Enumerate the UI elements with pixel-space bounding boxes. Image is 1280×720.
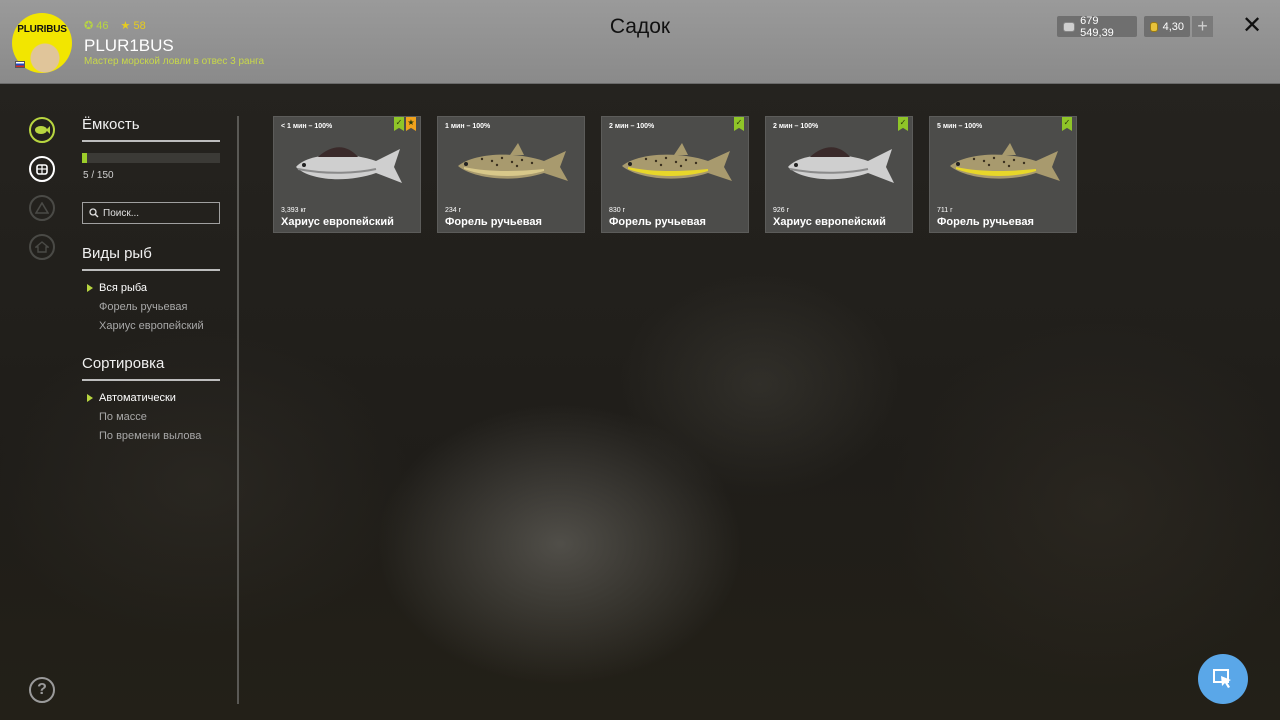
capacity-bar — [82, 153, 220, 163]
check-badge-icon: ✓ — [898, 117, 908, 131]
fish-weight: 3,393 кг — [281, 207, 307, 214]
search-icon — [89, 208, 99, 218]
fish-icon[interactable] — [29, 117, 55, 143]
catch-time: 1 мин – 100% — [445, 123, 491, 130]
sort-item-time[interactable]: По времени вылова — [99, 430, 201, 442]
capacity-title: Ёмкость — [82, 116, 140, 133]
gold-coin-icon — [1150, 21, 1158, 32]
catch-time: 5 мин – 100% — [937, 123, 983, 130]
gold-balance: 4,30 — [1144, 16, 1190, 37]
home-icon[interactable] — [29, 234, 55, 260]
rating-value: 58 — [133, 20, 146, 32]
fish-weight: 711 г — [937, 207, 953, 214]
fish-weight: 926 г — [773, 207, 790, 214]
fish-card[interactable]: 5 мин – 100% ✓ 711 г Форель ручьевая — [929, 116, 1077, 233]
fish-image — [788, 147, 894, 183]
keepnet-icon[interactable] — [29, 156, 55, 182]
star-icon: ★ — [120, 20, 131, 32]
cursor-icon — [1213, 669, 1231, 688]
check-badge-icon: ✓ — [734, 117, 744, 131]
fish-name: Форель ручьевая — [937, 216, 1034, 228]
sorting-title: Сортировка — [82, 355, 165, 372]
fish-name: Хариус европейский — [281, 216, 394, 228]
help-icon[interactable]: ? — [29, 677, 55, 703]
username[interactable]: PLUR1BUS — [84, 36, 174, 56]
search-placeholder: Поиск... — [103, 207, 140, 219]
sort-item-weight[interactable]: По массе — [99, 411, 147, 423]
species-item-grayling[interactable]: Хариус европейский — [99, 320, 204, 332]
capacity-bar-fill — [82, 153, 87, 163]
fish-image — [622, 143, 732, 181]
russia-flag-icon — [15, 61, 25, 68]
trophy-badge-icon: ★ — [406, 117, 416, 131]
species-item-all[interactable]: Вся рыба — [87, 282, 147, 294]
catch-time: < 1 мин – 100% — [281, 123, 333, 130]
silver-value: 679 549,39 — [1080, 14, 1114, 39]
rating-stat: ★ 58 — [121, 19, 146, 32]
level-stat: ✪ 46 — [84, 19, 109, 32]
check-badge-icon: ✓ — [1062, 117, 1072, 131]
fish-weight: 830 г — [609, 207, 626, 214]
section-divider — [82, 269, 220, 271]
add-gold-button[interactable]: + — [1192, 16, 1213, 37]
species-item-brown-trout[interactable]: Форель ручьевая — [99, 301, 187, 313]
panel-divider — [237, 116, 239, 704]
fish-image — [950, 143, 1060, 181]
fish-name: Хариус европейский — [773, 216, 886, 228]
fish-weight: 234 г — [445, 207, 462, 214]
level-icon: ✪ — [84, 20, 94, 32]
gold-value: 4,30 — [1162, 20, 1184, 33]
section-divider — [82, 379, 220, 381]
cursor-mode-button[interactable] — [1198, 654, 1248, 704]
fish-card[interactable]: 2 мин – 100% ✓ 926 г Хариус европейский — [765, 116, 913, 233]
fish-image — [296, 147, 402, 183]
catch-time: 2 мин – 100% — [609, 123, 655, 130]
species-title: Виды рыб — [82, 245, 152, 262]
top-bar: PLURIBUS ✪ 46 ★ 58 PLUR1BUS Мастер морск… — [0, 0, 1280, 84]
selected-arrow-icon — [87, 394, 93, 402]
search-input[interactable]: Поиск... — [82, 202, 220, 224]
section-divider — [82, 140, 220, 142]
fish-card[interactable]: 1 мин – 100% 234 г Форель ручьевая — [437, 116, 585, 233]
level-value: 46 — [96, 20, 109, 32]
fish-name: Форель ручьевая — [609, 216, 706, 228]
capacity-text: 5 / 150 — [83, 170, 114, 181]
silver-coin-icon — [1063, 21, 1076, 32]
close-button[interactable]: ✕ — [1240, 14, 1264, 38]
silver-balance: 679 549,39 — [1057, 14, 1137, 39]
sort-item-auto[interactable]: Автоматически — [87, 392, 176, 404]
player-rank: Мастер морской ловли в отвес 3 ранга — [84, 56, 265, 67]
catch-time: 2 мин – 100% — [773, 123, 819, 130]
fish-card[interactable]: < 1 мин – 100% ★ ✓ 3,393 кг Хариус европейск… — [273, 116, 421, 233]
fish-image — [458, 143, 568, 181]
avatar-text: PLURIBUS — [17, 24, 67, 35]
fish-name: Форель ручьевая — [445, 216, 542, 228]
selected-arrow-icon — [87, 284, 93, 292]
fish-card[interactable]: 2 мин – 100% ✓ 830 г Форель ручьевая — [601, 116, 749, 233]
camp-icon[interactable] — [29, 195, 55, 221]
check-badge-icon: ✓ — [394, 117, 404, 131]
player-stats: ✪ 46 ★ 58 — [84, 19, 146, 32]
